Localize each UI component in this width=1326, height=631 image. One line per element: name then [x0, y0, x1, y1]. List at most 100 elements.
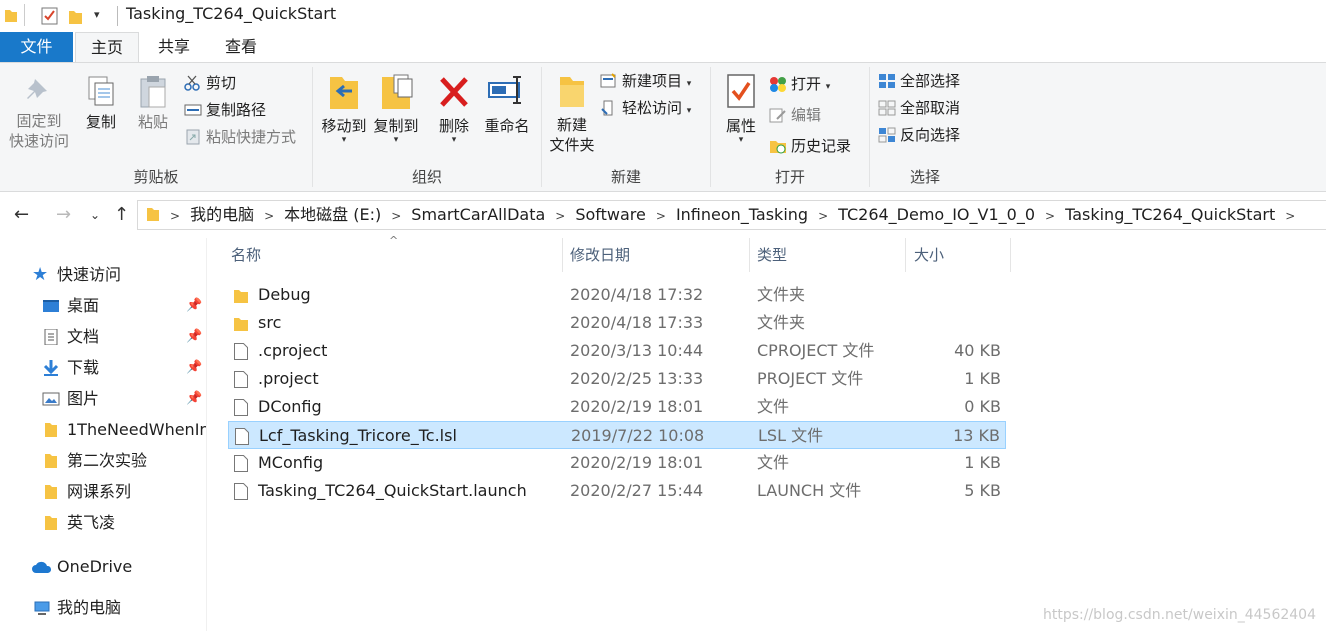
- sidebar-item-onedrive[interactable]: OneDrive: [0, 552, 206, 582]
- download-arrow-icon: [43, 360, 59, 376]
- table-row[interactable]: MConfig 2020/2/19 18:01 文件 1 KB: [228, 449, 1006, 477]
- delete-label: 删除: [438, 117, 469, 135]
- breadcrumb-item[interactable]: Tasking_TC264_QuickStart: [1065, 205, 1275, 224]
- breadcrumb-item[interactable]: SmartCarAllData: [411, 205, 545, 224]
- file-type: 文件夹: [757, 313, 806, 332]
- organize-group: 移动到 ▾ 复制到 ▾ 删除 ▾ 重命名 组织: [313, 63, 541, 191]
- table-row-selected[interactable]: Lcf_Tasking_Tricore_Tc.lsl 2019/7/22 10:…: [228, 421, 1006, 449]
- properties-button[interactable]: 属性 ▾: [717, 71, 765, 145]
- invert-selection-button[interactable]: 反向选择: [878, 123, 960, 147]
- table-row[interactable]: Tasking_TC264_QuickStart.launch 2020/2/2…: [228, 477, 1006, 505]
- folder-icon: [147, 208, 159, 221]
- file-date: 2020/4/18 17:33: [570, 313, 704, 332]
- file-date: 2020/2/19 18:01: [570, 397, 704, 416]
- new-group-label: 新建: [610, 168, 641, 186]
- sidebar-item-quick-access[interactable]: ★ 快速访问: [0, 260, 206, 290]
- address-bar[interactable]: > 我的电脑 > 本地磁盘 (E:) > SmartCarAllData > Software…: [137, 200, 1326, 230]
- file-name: DConfig: [258, 397, 322, 416]
- breadcrumb-item[interactable]: 本地磁盘 (E:): [284, 205, 381, 224]
- paste-label: 粘贴: [137, 113, 168, 131]
- history-button[interactable]: 历史记录: [769, 134, 851, 158]
- file-size: 13 KB: [953, 426, 1000, 445]
- rename-icon: [488, 76, 521, 104]
- table-row[interactable]: .project 2020/2/25 13:33 PROJECT 文件 1 KB: [228, 365, 1006, 393]
- file-type: 文件: [757, 453, 790, 472]
- select-none-button[interactable]: 全部取消: [878, 96, 960, 120]
- delete-button[interactable]: 删除 ▾: [431, 71, 477, 145]
- new-item-button[interactable]: 新建项目 ▾: [600, 69, 691, 93]
- file-icon: [234, 483, 248, 500]
- tab-share[interactable]: 共享: [143, 32, 205, 62]
- new-folder-button[interactable]: 新建 文件夹: [544, 71, 600, 155]
- breadcrumb-item[interactable]: Infineon_Tasking: [676, 205, 808, 224]
- file-type: 文件夹: [757, 285, 806, 304]
- properties-quick-icon[interactable]: [40, 6, 60, 26]
- new-item-icon: [600, 73, 616, 88]
- paste-button[interactable]: 粘贴: [128, 73, 178, 131]
- edit-label: 编辑: [791, 106, 822, 124]
- column-header-type[interactable]: 类型: [757, 238, 787, 272]
- tab-view[interactable]: 查看: [208, 32, 274, 62]
- sidebar-item-this-pc[interactable]: 我的电脑: [0, 593, 206, 623]
- copy-to-button[interactable]: 复制到 ▾: [369, 71, 423, 145]
- pin-icon[interactable]: 📌: [186, 291, 202, 321]
- copy-path-button[interactable]: 复制路径: [184, 98, 266, 122]
- file-icon: [234, 343, 248, 360]
- forward-arrow-icon[interactable]: →: [56, 204, 71, 225]
- breadcrumb-item[interactable]: Software: [575, 205, 646, 224]
- rename-label: 重命名: [484, 117, 530, 135]
- sidebar-item-label: 英飞凌: [67, 513, 116, 532]
- sidebar-item-folder[interactable]: 网课系列: [0, 477, 206, 507]
- sidebar-item-pictures[interactable]: 图片 📌: [0, 384, 206, 414]
- column-header-name[interactable]: 名称: [231, 238, 261, 272]
- watermark: https://blog.csdn.net/weixin_44562404: [1042, 607, 1316, 623]
- copy-button[interactable]: 复制: [76, 73, 126, 131]
- cut-button[interactable]: 剪切: [184, 71, 236, 95]
- sidebar-item-documents[interactable]: 文档 📌: [0, 322, 206, 352]
- pin-icon[interactable]: 📌: [186, 384, 202, 414]
- folder-icon: [234, 318, 248, 331]
- folder-icon: [45, 516, 57, 530]
- file-name: .cproject: [258, 341, 328, 360]
- new-folder-quick-icon[interactable]: [68, 6, 84, 26]
- file-size: 5 KB: [964, 481, 1001, 500]
- edit-button[interactable]: 编辑: [769, 103, 821, 127]
- move-to-button[interactable]: 移动到 ▾: [317, 71, 371, 145]
- column-header-date[interactable]: 修改日期: [570, 238, 630, 272]
- breadcrumb-item[interactable]: 我的电脑: [190, 205, 254, 224]
- sidebar-item-desktop[interactable]: 桌面 📌: [0, 291, 206, 321]
- paste-icon: [140, 76, 166, 108]
- sidebar-item-folder[interactable]: 英飞凌: [0, 508, 206, 538]
- file-date: 2020/4/18 17:32: [570, 285, 704, 304]
- paste-shortcut-button[interactable]: 粘贴快捷方式: [184, 125, 296, 149]
- folder-icon: [5, 10, 17, 22]
- column-header-size[interactable]: 大小: [914, 238, 944, 272]
- recent-locations-chevron-icon[interactable]: ⌄: [90, 208, 100, 222]
- history-icon: [770, 141, 786, 154]
- table-row[interactable]: .cproject 2020/3/13 10:44 CPROJECT 文件 40…: [228, 337, 1006, 365]
- file-date: 2020/3/13 10:44: [570, 341, 704, 360]
- select-all-button[interactable]: 全部选择: [878, 69, 960, 93]
- file-size: 40 KB: [954, 341, 1001, 360]
- pin-icon[interactable]: 📌: [186, 322, 202, 352]
- easy-access-button[interactable]: 轻松访问 ▾: [600, 96, 691, 120]
- table-row[interactable]: DConfig 2020/2/19 18:01 文件 0 KB: [228, 393, 1006, 421]
- table-row[interactable]: src 2020/4/18 17:33 文件夹: [228, 309, 1006, 337]
- file-size: 1 KB: [964, 369, 1001, 388]
- pin-icon[interactable]: 📌: [186, 353, 202, 383]
- pin-to-quick-access-button[interactable]: 固定到 快速访问: [4, 73, 74, 151]
- sidebar-item-downloads[interactable]: 下载 📌: [0, 353, 206, 383]
- up-arrow-icon[interactable]: ↑: [114, 204, 129, 225]
- sidebar-item-folder[interactable]: 1TheNeedWhenIn: [0, 415, 206, 445]
- customize-quick-access-chevron-icon[interactable]: ▾: [94, 8, 100, 21]
- breadcrumb-item[interactable]: TC264_Demo_IO_V1_0_0: [838, 205, 1035, 224]
- tab-file[interactable]: 文件: [0, 32, 73, 62]
- rename-button[interactable]: 重命名: [479, 71, 535, 135]
- table-row[interactable]: Debug 2020/4/18 17:32 文件夹: [228, 281, 1006, 309]
- sidebar-item-folder[interactable]: 第二次实验: [0, 446, 206, 476]
- back-arrow-icon[interactable]: ←: [14, 204, 29, 225]
- cut-label: 剪切: [206, 74, 237, 92]
- open-button[interactable]: 打开 ▾: [769, 72, 830, 96]
- move-to-label: 移动到: [321, 117, 367, 135]
- tab-home[interactable]: 主页: [75, 32, 139, 62]
